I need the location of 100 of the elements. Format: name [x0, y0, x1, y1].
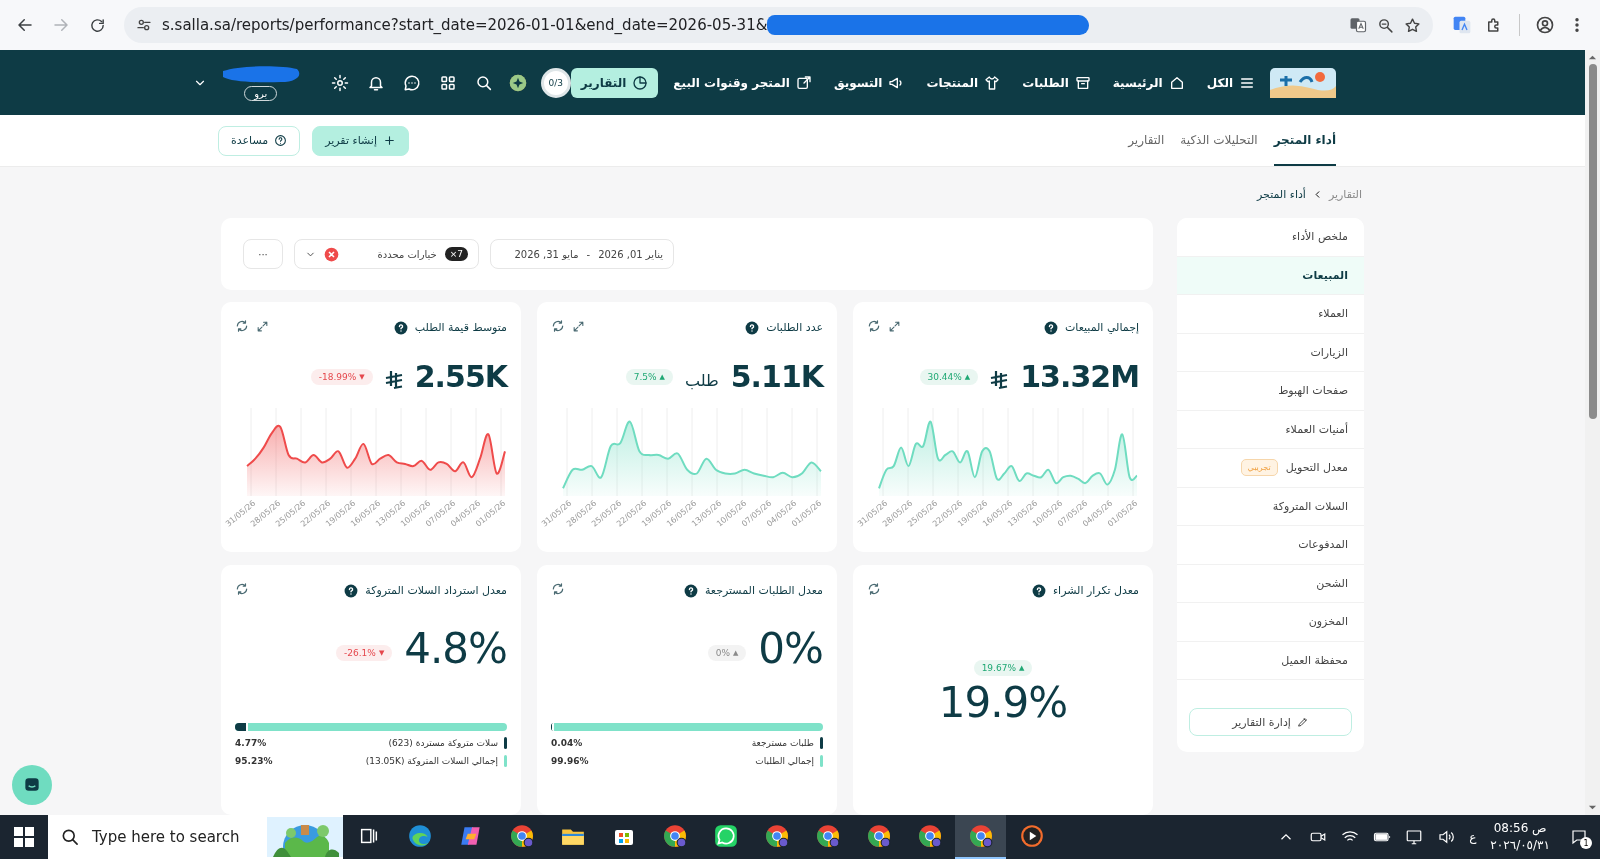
clear-icon[interactable]	[324, 246, 339, 262]
browser-icon[interactable]	[661, 823, 688, 849]
more-button[interactable]: ···	[243, 239, 283, 269]
share-icon	[795, 74, 812, 91]
forward-icon	[52, 16, 70, 34]
sidebar-item[interactable]: المبيعات	[1177, 256, 1364, 295]
card-title: معدل تكرار الشراء	[1052, 584, 1139, 597]
manage-reports-button[interactable]: إدارة التقارير	[1189, 708, 1352, 736]
metric-value: 19.9%	[938, 678, 1068, 727]
nav-item[interactable]: المتجر وقنوات البيع	[666, 68, 819, 97]
browser-icon[interactable]	[967, 823, 994, 849]
chat-app-icon[interactable]	[712, 823, 739, 849]
search-field[interactable]: Type here to search	[48, 815, 343, 859]
display-icon[interactable]	[1405, 828, 1424, 846]
settings-icon	[330, 73, 349, 92]
pencil-icon	[1296, 716, 1309, 728]
translate-icon[interactable]	[1349, 16, 1367, 34]
zoom-icon[interactable]	[1377, 16, 1394, 34]
legend-percent: 99.96%	[551, 756, 589, 766]
legend-marker	[820, 755, 823, 767]
address-bar[interactable]: s.salla.sa/reports/performance?start_date=2026-01-01&end_date=2026-05-31&	[124, 7, 1433, 43]
url-text: s.salla.sa/reports/performance?start_date=2026-01-01&end_date=2026-05-31&	[162, 16, 768, 34]
scrollbar-thumb[interactable]	[1588, 64, 1597, 419]
metric-value: 4.8%	[404, 624, 507, 673]
volume-icon[interactable]	[1437, 828, 1456, 846]
card-title: معدل الطلبات المسترجعة	[704, 584, 823, 597]
page-tab[interactable]: التحليلات الذكية	[1180, 115, 1258, 166]
legend-label: إجمالي الطلبات	[755, 756, 814, 766]
legend-percent: 95.23%	[235, 756, 273, 766]
nav-item[interactable]: المنتجات	[919, 68, 1008, 97]
unit-label: طلب	[685, 371, 719, 390]
help-icon[interactable]	[344, 583, 359, 598]
start-button[interactable]	[14, 827, 34, 847]
expand-icon[interactable]	[256, 320, 269, 333]
back-icon	[16, 16, 34, 34]
nav-item[interactable]: التقارير	[570, 67, 659, 98]
legend-marker	[504, 755, 507, 767]
change-value: -18.99%	[318, 371, 357, 382]
metric-value: 2.55K	[414, 359, 507, 394]
nav-item[interactable]: الطلبات	[1015, 68, 1098, 97]
home-icon	[1168, 74, 1185, 91]
nav-item[interactable]: التسويق	[826, 68, 912, 97]
expand-icon[interactable]	[888, 320, 901, 333]
card-title: معدل استرداد السلات المتروكة	[365, 584, 507, 597]
pie-chart-icon	[632, 74, 649, 91]
refresh-icon[interactable]	[551, 582, 565, 596]
nav-item[interactable]: الرئيسية	[1105, 68, 1192, 97]
store-logo[interactable]	[1270, 67, 1336, 98]
legend-label: سلات متروكة مستردة (623)	[388, 738, 498, 748]
star-icon[interactable]	[1404, 16, 1421, 34]
refresh-icon[interactable]	[867, 319, 881, 333]
browser-icon[interactable]	[916, 823, 943, 849]
site-settings-icon	[136, 17, 152, 33]
media-player-icon[interactable]	[1018, 823, 1045, 849]
nav-item[interactable]: الكل	[1199, 68, 1262, 97]
refresh-icon[interactable]	[551, 319, 565, 333]
legend-marker	[504, 737, 507, 749]
page-tab[interactable]: التقارير	[1128, 115, 1165, 166]
card-title: إجمالي المبيعات	[1065, 321, 1139, 334]
scroll-up-icon[interactable]	[1588, 53, 1597, 62]
refresh-icon[interactable]	[235, 582, 249, 596]
translate-extension-icon[interactable]	[1452, 15, 1472, 35]
breadcrumb-current: أداء المتجر	[1256, 187, 1306, 201]
browser-icon[interactable]	[865, 823, 892, 849]
profile-icon[interactable]	[1535, 15, 1555, 35]
notification-icon[interactable]	[1570, 828, 1588, 846]
search-icon	[474, 73, 493, 92]
legend-label: طلبات مسترجعة	[751, 738, 814, 748]
help-icon[interactable]	[1031, 583, 1046, 598]
browser-icon[interactable]	[406, 823, 433, 849]
expand-icon[interactable]	[572, 320, 585, 333]
beta-badge: تجريبي	[1240, 459, 1278, 477]
help-button[interactable]: مساعدة	[218, 125, 301, 156]
legend-label: إجمالي السلات المتروكة (13.05K)	[365, 756, 498, 766]
date-range-picker[interactable]: يناير 01, 2026 - مايو 31, 2026	[490, 239, 674, 269]
metric-value: 5.11K	[730, 359, 823, 394]
refresh-icon[interactable]	[235, 319, 249, 333]
chat-icon	[402, 73, 421, 92]
clock[interactable]: 08:56 ص ٢٠٢٦/٠٥/٣١	[1490, 820, 1550, 854]
task-counter[interactable]: 0/3	[540, 67, 571, 98]
help-icon[interactable]	[1044, 320, 1058, 335]
search-icon	[60, 827, 80, 847]
help-icon[interactable]	[745, 320, 760, 335]
metric-value: 0%	[758, 624, 823, 673]
plus-icon	[382, 134, 396, 147]
help-icon[interactable]	[683, 583, 698, 598]
count-badge: ×7	[444, 247, 468, 261]
scroll-down-icon[interactable]	[1588, 803, 1597, 812]
sparkle-icon[interactable]	[508, 73, 527, 92]
language-indicator[interactable]: ع	[1469, 830, 1477, 844]
notifications-button[interactable]: 1	[1564, 822, 1594, 852]
browser-icon[interactable]	[814, 823, 841, 849]
create-report-button[interactable]: إنشاء تقرير	[312, 125, 409, 156]
change-value: 19.67%	[981, 663, 1016, 673]
refresh-icon[interactable]	[867, 582, 881, 596]
browser-icon[interactable]	[508, 823, 535, 849]
browser-icon[interactable]	[763, 823, 790, 849]
change-value: -26.1%	[344, 647, 376, 658]
help-icon[interactable]	[393, 320, 408, 335]
legend-marker	[820, 737, 823, 749]
